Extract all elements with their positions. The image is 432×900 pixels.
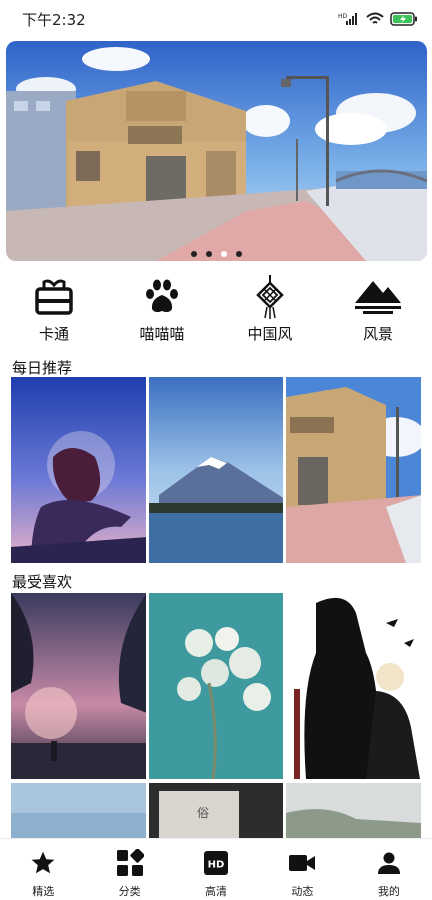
wallpaper-thumb[interactable] [11, 377, 146, 563]
nav-featured[interactable]: 精选 [0, 839, 86, 900]
status-bar: 下午2:32 HD [0, 0, 432, 38]
nav-label: 高清 [205, 885, 228, 898]
category-label: 喵喵喵 [139, 325, 185, 343]
wallpaper-thumb[interactable] [11, 783, 146, 838]
wallpaper-thumb[interactable] [148, 593, 284, 779]
status-icons: HD [338, 12, 418, 26]
banner-carousel[interactable] [6, 41, 427, 261]
nav-mine[interactable]: 我的 [346, 839, 432, 900]
bottom-navigation: 精选 分类 HD 高清 动态 我的 [0, 838, 432, 900]
cartoon-icon [35, 275, 73, 319]
chinese-knot-icon [255, 275, 285, 319]
star-icon [30, 849, 56, 877]
status-time: 下午2:32 [22, 10, 86, 29]
wallpaper-thumb[interactable]: 俗 [148, 783, 284, 838]
carousel-dot[interactable] [236, 251, 242, 257]
nav-label: 动态 [291, 885, 314, 898]
category-cartoon[interactable]: 卡通 [0, 275, 108, 347]
svg-text:俗: 俗 [197, 806, 209, 820]
daily-grid [11, 377, 422, 563]
category-row: 卡通 喵喵喵 中国风 风景 [0, 275, 432, 347]
paw-icon [143, 275, 181, 319]
carousel-dot[interactable] [206, 251, 212, 257]
video-icon [288, 849, 316, 877]
category-label: 卡通 [38, 325, 69, 343]
section-title-favorite: 最受喜欢 [12, 573, 73, 591]
hd-icon: HD [203, 849, 229, 877]
nav-label: 分类 [118, 885, 141, 898]
nav-hd[interactable]: HD 高清 [173, 839, 259, 900]
battery-icon [390, 12, 418, 26]
carousel-dot-active[interactable] [221, 251, 227, 257]
category-icon [116, 849, 144, 877]
svg-text:HD: HD [208, 860, 225, 871]
wallpaper-thumb[interactable] [148, 377, 284, 563]
section-title-daily: 每日推荐 [12, 359, 73, 377]
signal-icon: HD [338, 12, 360, 26]
wallpaper-thumb[interactable] [11, 593, 146, 779]
nav-label: 精选 [32, 885, 55, 898]
category-landscape[interactable]: 风景 [324, 275, 432, 347]
favorite-grid-row-2: 俗 [11, 783, 422, 838]
favorite-grid [11, 593, 422, 779]
banner-image [6, 41, 427, 261]
wallpaper-thumb[interactable] [286, 783, 422, 838]
wallpaper-thumb[interactable] [286, 377, 422, 563]
nav-label: 我的 [377, 885, 400, 898]
wifi-icon [366, 12, 384, 26]
category-chinese-style[interactable]: 中国风 [216, 275, 324, 347]
category-label: 风景 [362, 325, 393, 343]
wallpaper-thumb[interactable] [286, 593, 422, 779]
carousel-dot[interactable] [191, 251, 197, 257]
person-icon [377, 849, 401, 877]
carousel-indicator [6, 251, 427, 257]
network-type-label: HD [338, 13, 348, 20]
nav-dynamic[interactable]: 动态 [259, 839, 345, 900]
nav-category[interactable]: 分类 [86, 839, 172, 900]
category-label: 中国风 [247, 325, 293, 343]
mountain-icon [355, 275, 401, 319]
category-cat[interactable]: 喵喵喵 [108, 275, 216, 347]
